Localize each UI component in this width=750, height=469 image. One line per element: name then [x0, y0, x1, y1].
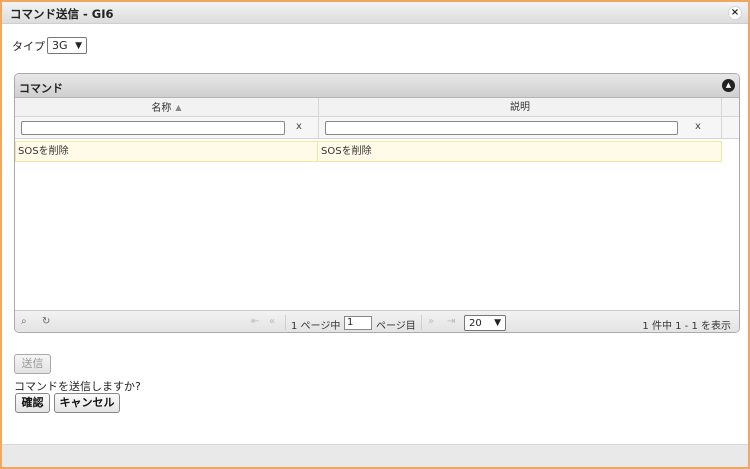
row-name-cell: SOSを削除 — [18, 142, 318, 161]
cancel-button[interactable]: キャンセル — [54, 393, 120, 413]
panel-title: コマンド — [19, 82, 63, 95]
panel-header: コマンド ▲ — [15, 74, 739, 98]
next-page-icon[interactable]: » — [428, 316, 434, 327]
type-select-value: 3G — [52, 39, 68, 52]
send-button[interactable]: 送信 — [14, 354, 51, 374]
search-icon[interactable]: ⌕ — [21, 316, 27, 327]
name-filter-input[interactable] — [21, 121, 285, 135]
pager-info: 1 件中 1 - 1 を表示 — [642, 321, 731, 332]
command-dialog: コマンド送信 - GI6 × タイプ 3G ▼ コマンド ▲ 名称▲ 説明 x — [0, 0, 750, 469]
column-header-description-label: 説明 — [510, 102, 530, 113]
clear-name-filter-icon[interactable]: x — [296, 121, 302, 132]
type-select[interactable]: 3G ▼ — [47, 37, 87, 54]
clear-description-filter-icon[interactable]: x — [695, 121, 701, 132]
close-icon[interactable]: × — [728, 6, 742, 20]
filter-cell-name: x — [15, 117, 319, 139]
last-page-icon[interactable]: ⇥ — [447, 316, 455, 327]
table-row[interactable]: SOSを削除 SOSを削除 — [15, 141, 722, 162]
refresh-icon[interactable]: ↻ — [42, 316, 50, 327]
sort-icon: ▲ — [175, 103, 182, 112]
dialog-titlebar[interactable]: コマンド送信 - GI6 × — [2, 2, 748, 24]
dialog-footer — [2, 444, 748, 467]
rows-per-page-value: 20 — [469, 317, 482, 329]
column-headers: 名称 ▲ 説明 — [15, 98, 739, 117]
pager: ⌕ ↻ ⇤ « 1 ページ中 1 ページ目 » ⇥ 20 ▼ 1 件中 1 - … — [15, 310, 739, 332]
prev-page-icon[interactable]: « — [269, 316, 275, 327]
filter-row: x x — [15, 117, 739, 139]
page-suffix: ページ目 — [376, 321, 416, 332]
pager-separator — [285, 315, 286, 330]
page-prefix: 1 ページ中 — [291, 321, 341, 332]
pager-separator — [421, 315, 422, 330]
filter-cell-description: x — [319, 117, 722, 139]
column-header-description[interactable]: 説明 — [319, 98, 722, 117]
type-label: タイプ — [12, 39, 45, 53]
rows-per-page-select[interactable]: 20 ▼ — [464, 315, 506, 331]
column-header-name[interactable]: 名称 ▲ — [15, 98, 319, 117]
type-row: タイプ 3G ▼ — [12, 37, 87, 54]
page-number-input[interactable]: 1 — [344, 316, 372, 330]
column-header-name-label: 名称 — [151, 103, 172, 114]
chevron-down-icon: ▼ — [75, 40, 82, 51]
first-page-icon[interactable]: ⇤ — [251, 316, 259, 327]
dialog-title: コマンド送信 - GI6 — [10, 7, 114, 21]
description-filter-input[interactable] — [325, 121, 678, 135]
collapse-icon[interactable]: ▲ — [722, 79, 735, 92]
confirm-button[interactable]: 確認 — [15, 393, 50, 413]
command-panel: コマンド ▲ 名称 ▲ 説明 x x SOSを削除 SOSを削除 ⌕ ↻ ⇤ «… — [14, 73, 740, 333]
row-description-cell: SOSを削除 — [321, 146, 372, 157]
chevron-down-icon: ▼ — [494, 318, 501, 328]
confirm-message: コマンドを送信しますか? — [14, 380, 141, 393]
